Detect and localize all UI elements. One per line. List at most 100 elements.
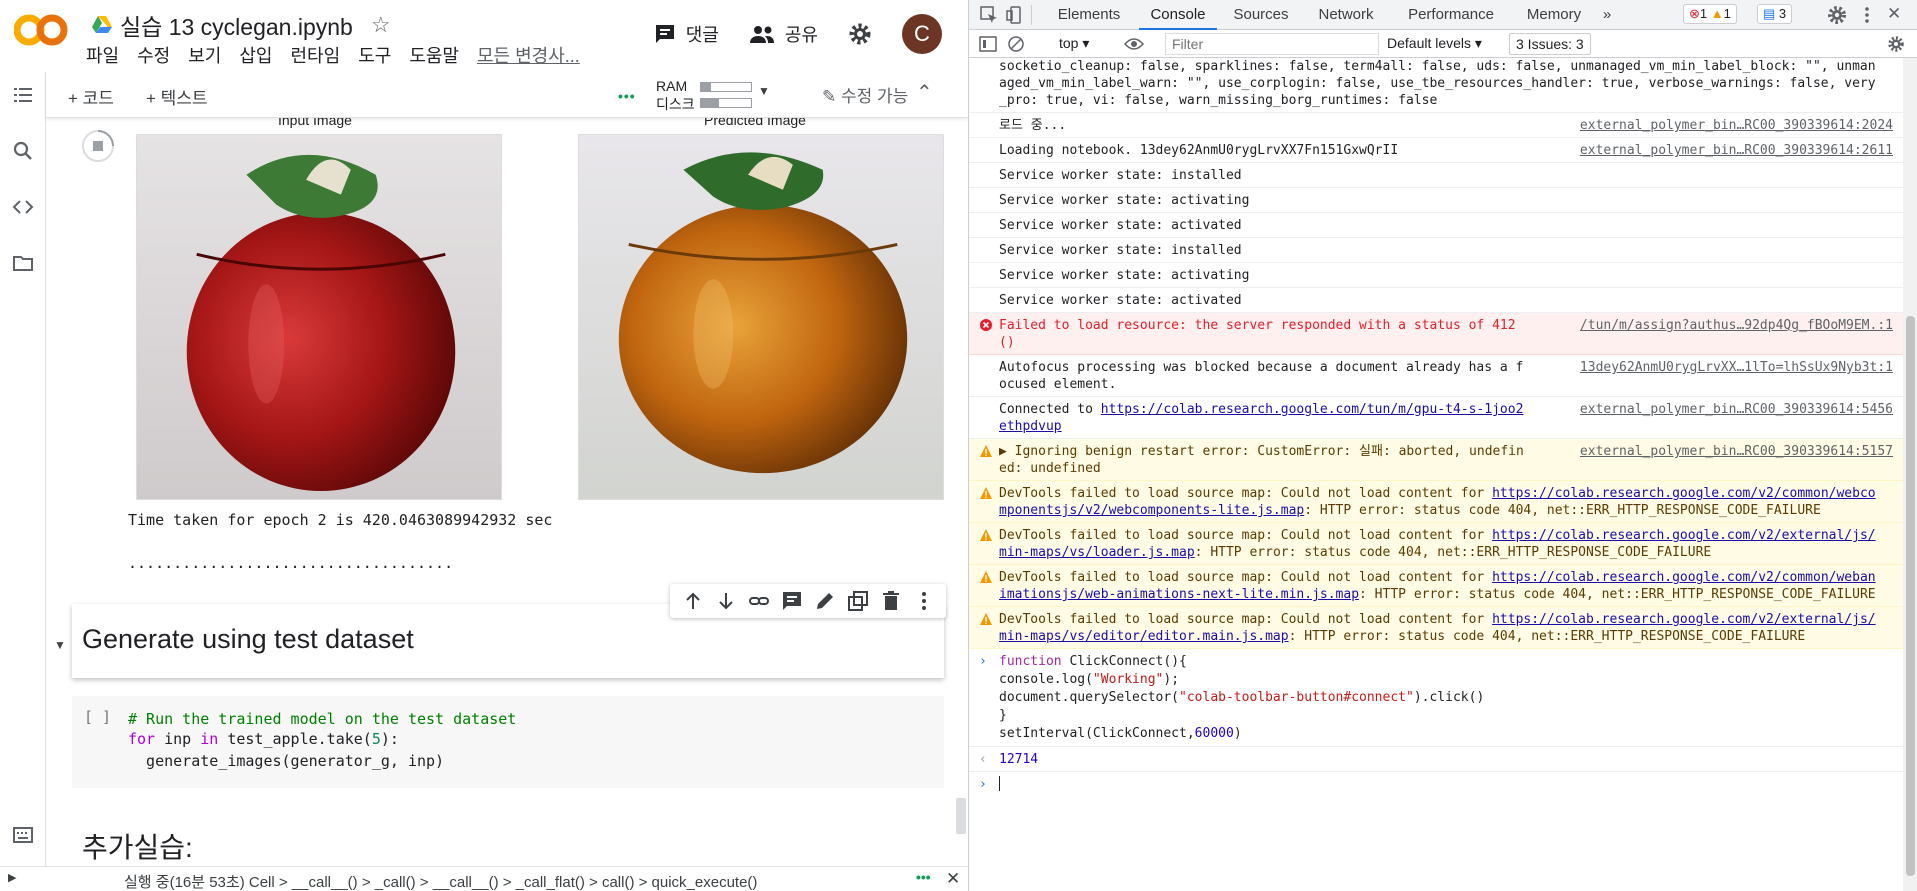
more-vert-icon[interactable] [913,590,935,612]
input-code-line-3: document.querySelector("colab-toolbar-bu… [999,689,1897,707]
notebook-title[interactable]: 실습 13 cyclegan.ipynb [120,8,353,42]
notebook-toolbar: + 코드 + 텍스트 ••• RAM 디스크 ▼ ✎ 수정 가능 ⌃ [46,72,968,118]
code-set-interval: setInterval(ClickConnect, [999,726,1195,741]
console-source-link[interactable]: external_polymer_bin…RC00_390339614:2024 [1580,117,1893,134]
error-count-badge[interactable]: ⊗1 ▲1 [1683,4,1737,24]
console-result: ‹ 12714 [969,747,1903,772]
code-keyword-function: function [999,654,1062,669]
menu-file[interactable]: 파일 [86,42,119,68]
status-expand-icon[interactable]: ▶ [8,871,16,884]
status-more-icon[interactable]: ••• [916,869,931,885]
console-message: 로드 중... external_polymer_bin…RC00_390339… [969,113,1903,138]
console-message-text[interactable]: ▶ Ignoring benign restart error: CustomE… [999,443,1529,477]
issues-button[interactable]: 3 Issues: 3 [1509,33,1591,55]
comment-button[interactable]: 댓글 [654,21,719,47]
menu-insert[interactable]: 삽입 [239,42,272,68]
move-up-icon[interactable] [682,590,704,612]
menu-changes[interactable]: 모든 변경사... [477,42,580,68]
share-label: 공유 [784,25,818,45]
console-source-link[interactable]: external_polymer_bin…RC00_390339614:5456 [1580,401,1893,418]
tab-performance[interactable]: Performance [1395,0,1507,30]
resource-dropdown-icon[interactable]: ▼ [758,84,770,98]
link-icon[interactable] [748,590,770,612]
table-of-contents-icon[interactable] [12,84,34,106]
menu-edit[interactable]: 수정 [137,42,170,68]
console-scrollbar-thumb[interactable] [1906,316,1915,876]
stop-execution-icon[interactable] [80,128,116,164]
extra-practice-heading: 추가실습: [82,832,193,863]
execution-status-text[interactable]: 실행 중(16분 53초) Cell > __call__() > _call(… [124,871,757,891]
code-paren-end: ); [1163,672,1180,687]
collapse-header-icon[interactable]: ⌃ [916,80,933,105]
edit-pencil-icon[interactable] [814,590,836,612]
show-sidebar-icon[interactable] [979,35,997,53]
tab-elements[interactable]: Elements [1047,0,1131,30]
console-message: Service worker state: activating [969,263,1903,288]
menu-view[interactable]: 보기 [188,42,221,68]
console-message-text: socketio_cleanup: false, sparklines: fal… [999,59,1876,108]
console-message: Service worker state: activated [969,288,1903,313]
console-message-text: DevTools failed to load source map: Coul… [999,611,1879,645]
console-message-text: Autofocus processing was blocked because… [999,360,1524,392]
add-code-button[interactable]: + 코드 [68,84,114,109]
tab-network[interactable]: Network [1305,0,1387,30]
colab-logo-icon[interactable] [14,12,68,48]
live-expression-eye-icon[interactable] [1124,36,1144,52]
add-text-button[interactable]: + 텍스트 [146,84,208,109]
devtools-close-icon[interactable]: ✕ [1887,4,1901,24]
folder-icon[interactable] [12,252,34,274]
input-code-line-2: console.log("Working"); [999,671,1897,689]
console-source-link[interactable]: external_polymer_bin…RC00_390339614:5157 [1580,443,1893,460]
tab-memory[interactable]: Memory [1515,0,1593,30]
code-cell[interactable]: [ ] # Run the trained model on the test … [72,696,944,788]
notebook-scrollbar[interactable] [956,798,966,834]
device-toolbar-icon[interactable] [1005,5,1025,25]
move-down-icon[interactable] [715,590,737,612]
devtools-settings-gear-icon[interactable] [1827,5,1847,25]
terminal-icon[interactable] [12,824,34,846]
status-close-icon[interactable]: ✕ [946,869,960,889]
console-source-link[interactable]: external_polymer_bin…RC00_390339614:2611 [1580,142,1893,159]
input-prompt-chevron-icon: › [979,654,987,669]
resource-monitor[interactable]: ••• RAM 디스크 ▼ [618,78,770,112]
clear-console-icon[interactable] [1007,35,1025,53]
code-snippets-icon[interactable] [12,196,34,218]
search-icon[interactable] [12,140,34,162]
colab-header: 실습 13 cyclegan.ipynb ☆ 파일 수정 보기 삽입 런타임 도… [0,0,968,72]
section-collapse-icon[interactable]: ▼ [54,638,66,652]
console-prompt[interactable]: › [969,772,1903,796]
avatar[interactable]: C [902,14,942,54]
devtools-more-vert-icon[interactable] [1857,5,1877,25]
google-drive-icon[interactable] [92,16,112,34]
tab-console[interactable]: Console [1139,0,1217,30]
console-source-link[interactable]: 13dey62AnmU0rygLrvXX…1lTo=lhSsUx9Nyb3t:1 [1580,359,1893,376]
tab-sources[interactable]: Sources [1225,0,1297,30]
inspect-element-icon[interactable] [979,5,999,25]
console-message-text: Service worker state: activated [999,218,1242,233]
cell-exec-count[interactable]: [ ] [84,708,111,726]
console-settings-gear-icon[interactable] [1887,35,1905,53]
code-interval-number: 60000 [1194,726,1234,741]
menu-runtime[interactable]: 런타임 [291,42,341,68]
result-arrow-icon: ‹ [979,752,987,767]
console-filter-input[interactable] [1165,33,1379,55]
share-button[interactable]: 공유 [749,21,818,47]
warning-triangle-icon [980,487,992,499]
settings-gear-icon[interactable] [848,22,872,46]
star-icon[interactable]: ☆ [371,12,391,38]
edit-mode-button[interactable]: ✎ 수정 가능 [822,82,908,107]
add-comment-icon[interactable] [781,590,803,612]
more-tabs-button[interactable]: » [1595,0,1619,30]
delete-trash-icon[interactable] [880,590,902,612]
console-warning-message: ▶ Ignoring benign restart error: CustomE… [969,439,1903,481]
header-actions: 댓글 공유 C [654,14,942,54]
mirror-cell-icon[interactable] [847,590,869,612]
colab-pane: 실습 13 cyclegan.ipynb ☆ 파일 수정 보기 삽입 런타임 도… [0,0,968,891]
menu-tools[interactable]: 도구 [358,42,391,68]
log-levels-dropdown[interactable]: Default levels ▾ [1387,35,1482,52]
console-scrollbar[interactable] [1903,58,1917,891]
menu-help[interactable]: 도움말 [409,42,459,68]
context-selector[interactable]: top ▾ [1059,35,1089,52]
info-count-badge[interactable]: ▤ 3 [1757,4,1793,24]
console-source-link[interactable]: /tun/m/assign?authus…92dp4Qg_fBOoM9EM.:1 [1580,317,1893,334]
